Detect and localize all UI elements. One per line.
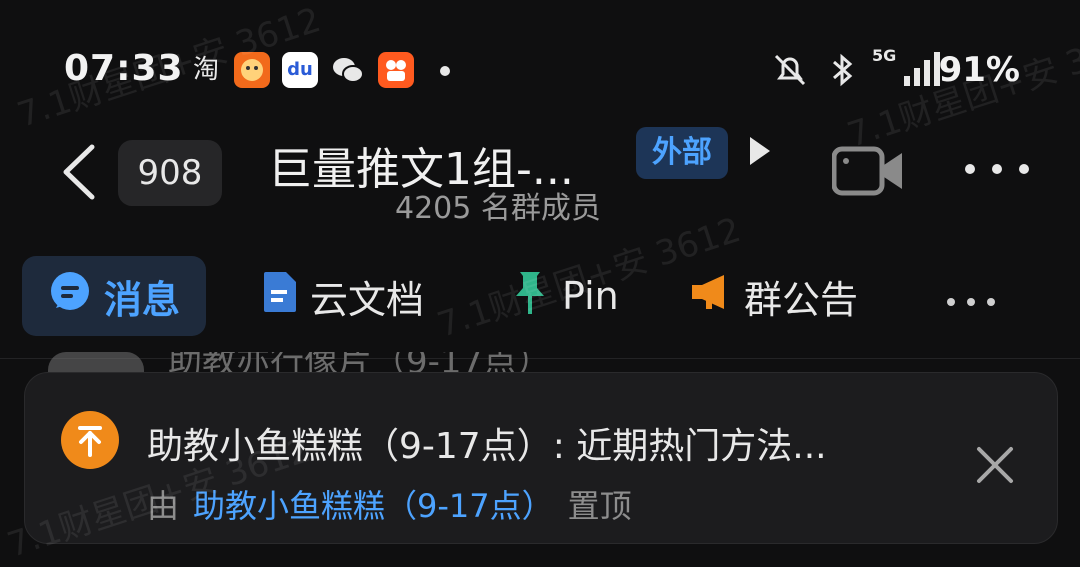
bluetooth-icon: [822, 50, 862, 90]
tab-cloud-docs[interactable]: 云文档: [262, 256, 424, 336]
unread-count-badge[interactable]: 908: [118, 140, 222, 206]
pinned-message-text[interactable]: 助教小鱼糕糕（9-17点）: 近期热门方法...: [147, 417, 827, 469]
pinned-by-line: 由助教小鱼糕糕（9-17点） 置顶: [147, 481, 632, 527]
close-icon[interactable]: [975, 445, 1015, 485]
status-bar: 07:33 淘 du 5G 91%: [0, 40, 1080, 100]
megaphone-icon: [690, 271, 732, 322]
more-options-icon[interactable]: [962, 159, 1032, 179]
chat-bubble-icon: [48, 270, 92, 323]
chat-header: 908 巨量推文1组-... 外部 4205 名群成员: [0, 125, 1080, 227]
external-tag: 外部: [636, 127, 728, 179]
network-type: 5G: [872, 46, 897, 65]
tab-messages[interactable]: 消息: [22, 256, 207, 336]
tab-announcement[interactable]: 群公告: [690, 256, 858, 336]
tab-label: 云文档: [310, 277, 425, 322]
signal-icon: [900, 50, 944, 90]
back-icon[interactable]: [52, 137, 112, 207]
pinned-by-name[interactable]: 助教小鱼糕糕（9-17点）: [193, 487, 554, 525]
pin-to-top-icon: [61, 411, 119, 469]
wechat-icon: [330, 52, 366, 88]
pinned-message-card[interactable]: 助教小鱼糕糕（9-17点）: 近期热门方法... 由助教小鱼糕糕（9-17点） 置…: [24, 372, 1058, 544]
play-arrow-icon[interactable]: [750, 137, 770, 165]
kuaishou-icon: [378, 52, 414, 88]
chat-tabs: 消息 云文档 Pin 群公告: [0, 256, 1080, 338]
document-icon: [262, 270, 298, 323]
baidu-icon: du: [282, 52, 318, 88]
pinned-by-suffix: 置顶: [567, 487, 632, 525]
more-notifications-dot: [440, 66, 450, 76]
pinned-by-prefix: 由: [147, 487, 180, 525]
tab-label: Pin: [562, 274, 619, 318]
battery-level: 91%: [938, 50, 1020, 90]
fortune-app-icon: [234, 52, 270, 88]
tab-label: 群公告: [744, 277, 859, 322]
member-count[interactable]: 4205 名群成员: [395, 183, 601, 227]
tab-label: 消息: [104, 277, 181, 322]
tab-pin[interactable]: Pin: [510, 256, 619, 336]
video-call-icon[interactable]: [831, 145, 904, 197]
mute-bell-icon: [770, 50, 810, 90]
taobao-icon: 淘: [192, 55, 219, 85]
pin-icon: [510, 268, 550, 325]
status-time: 07:33: [64, 48, 184, 89]
tabs-more-icon[interactable]: [946, 292, 996, 306]
